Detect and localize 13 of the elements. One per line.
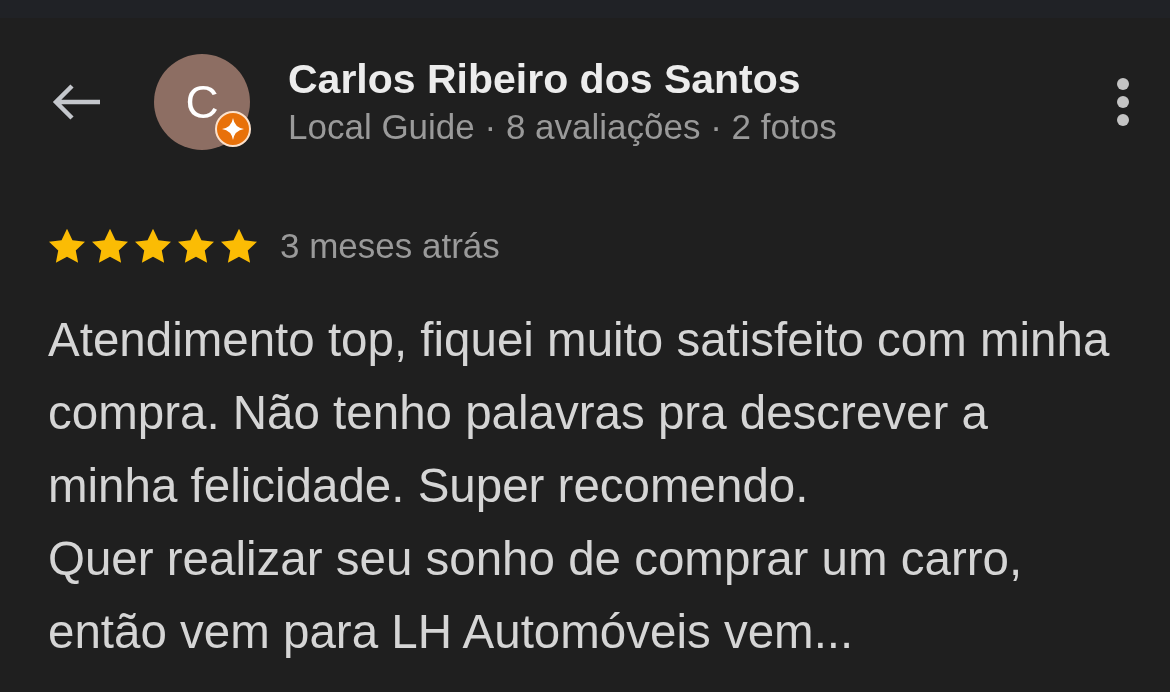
more-options-button[interactable]	[1116, 77, 1130, 127]
review-text: Atendimento top, fiquei muito satisfeito com minha compra. Não tenho palavras pra descrever a minha felicidade. Super recomendo.	[48, 311, 1111, 514]
star-icon	[177, 228, 215, 265]
reviewer-stats: Local Guide · 8 avaliações · 2 fotos	[288, 105, 838, 148]
star-icon	[220, 228, 258, 265]
reviewer-name: Carlos Ribeiro dos Santos	[288, 54, 802, 104]
star-icon	[91, 228, 129, 265]
review-date: 3 meses atrás	[280, 225, 500, 267]
review-text: Quer realizar seu sonho de comprar um carro, então vem para LH Automóveis vem...	[48, 530, 1024, 660]
back-button[interactable]	[52, 83, 102, 121]
back-arrow-icon	[52, 83, 102, 121]
star-icon	[134, 228, 172, 265]
star-icon	[48, 228, 86, 265]
